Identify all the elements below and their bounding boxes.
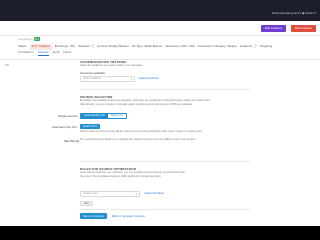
top-bar: Data Operating Unit ▾ ◉ Admin ▾ bbox=[0, 0, 320, 21]
back-link[interactable]: Back to Campaign Overview bbox=[112, 215, 145, 218]
audience-field-label: Accounts available bbox=[80, 71, 106, 75]
max-bid-label: Max Bid ($) bbox=[64, 139, 80, 143]
tab-operator[interactable]: Operator: ⓘ bbox=[78, 44, 95, 50]
create-rule-link[interactable]: Create New Rule bbox=[144, 192, 164, 195]
chevron-down-icon: ▾ bbox=[130, 77, 132, 81]
save-continue-button[interactable]: Save & Continue bbox=[80, 213, 107, 219]
tab-targeting[interactable]: Targeting bbox=[260, 44, 272, 50]
tab-format[interactable]: Format: Display Banner bbox=[97, 44, 129, 50]
chevron-down-icon: ▾ bbox=[135, 192, 137, 196]
target-sources-label: Target sources bbox=[58, 114, 78, 118]
action-bar: Add Creative Add Creative bbox=[0, 21, 320, 36]
subtab-settings[interactable]: Settings bbox=[37, 50, 49, 56]
collapse-handle[interactable] bbox=[5, 64, 9, 66]
section-divider bbox=[80, 209, 250, 210]
opt-out-chip[interactable]: Search Plus bbox=[80, 124, 100, 129]
rule-select[interactable]: Select a rule ▾ bbox=[80, 191, 140, 197]
audience-select[interactable]: Select Audience ▾ bbox=[80, 76, 135, 82]
breadcrumb-label: Campaign bbox=[18, 37, 32, 41]
subtab-notes[interactable]: Notes bbox=[63, 50, 71, 56]
settings-content: AUDIENCE/DEVICE TRACKING Select the audi… bbox=[52, 60, 268, 235]
add-creative-button[interactable]: Add Creative bbox=[260, 25, 286, 32]
max-bid-note: The max bid amount allows you to specify… bbox=[80, 138, 196, 141]
bottom-bar bbox=[0, 226, 320, 240]
app-window: Data Operating Unit ▾ ◉ Admin ▾ Add Crea… bbox=[0, 0, 320, 240]
add-creative-red-button[interactable]: Add Creative bbox=[290, 25, 316, 32]
sub-tabs: Ad Platform Settings Audit Notes bbox=[18, 50, 71, 56]
subtab-audit[interactable]: Audit bbox=[53, 50, 60, 56]
opt-out-note: Sources with low success rate will be op… bbox=[80, 130, 203, 133]
section-divider bbox=[80, 89, 250, 90]
select-list-option[interactable]: Select List bbox=[107, 114, 126, 118]
tab-dimension[interactable]: Dimension: 300 x 250 bbox=[165, 44, 194, 50]
tab-audience[interactable]: Audience: ⓘ bbox=[240, 44, 257, 50]
subtab-ad-platform[interactable]: Ad Platform bbox=[18, 50, 34, 56]
target-sources-toggle: Automatically pick Select List bbox=[80, 113, 127, 119]
breadcrumb: Campaign On bbox=[18, 37, 40, 43]
section-divider bbox=[80, 161, 250, 162]
tab-ad-type[interactable]: Ad Type: Static Banner bbox=[132, 44, 163, 50]
source-description-2: Alternatively, you can choose to manuall… bbox=[80, 103, 193, 106]
status-badge: On bbox=[33, 37, 40, 41]
add-rule-button[interactable]: Add bbox=[80, 201, 93, 206]
audience-select-placeholder: Select Audience bbox=[83, 77, 102, 80]
account-menu[interactable]: Data Operating Unit ▾ ◉ Admin ▾ bbox=[272, 11, 316, 15]
create-pixel-link[interactable]: Create New Pixel bbox=[138, 77, 158, 80]
tab-conversion[interactable]: Conversion Category: Weight bbox=[197, 44, 236, 50]
rule-select-placeholder: Select a rule bbox=[83, 192, 98, 195]
auto-pick-option[interactable]: Automatically pick bbox=[81, 114, 108, 118]
opt-out-label: Automatic Opt Out bbox=[52, 125, 77, 129]
rules-description-2: Use one of the templates based on traffi… bbox=[80, 175, 162, 178]
audience-description: Select the audience you want to add to y… bbox=[80, 64, 143, 67]
